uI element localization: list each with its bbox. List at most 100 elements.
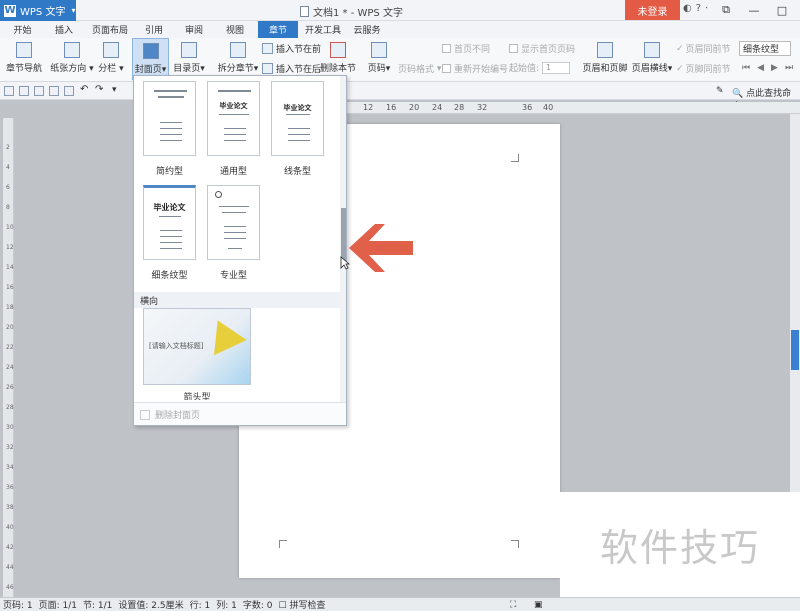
paper-orientation-label: 纸张方向 ▾: [50, 64, 94, 74]
ruler-mark: 10: [6, 224, 14, 231]
start-value-field: 起始值: 1: [509, 61, 571, 74]
tab-insert[interactable]: 插入: [44, 21, 84, 38]
dropdown-scrollbar[interactable]: [340, 76, 346, 402]
columns-button[interactable]: 分栏 ▾: [96, 38, 126, 80]
tab-page-layout[interactable]: 页面布局: [86, 21, 134, 38]
customize-icon[interactable]: ▾: [112, 85, 122, 95]
ruler-mark: 40: [6, 524, 14, 531]
chapter-nav-button[interactable]: 章节导航: [4, 38, 44, 80]
header-footer-button[interactable]: 页眉和页脚: [582, 38, 628, 80]
ruler-mark: 24: [6, 364, 14, 371]
thumb-title: 毕业论文: [153, 203, 186, 212]
tab-review[interactable]: 审阅: [176, 21, 212, 38]
columns-icon: [103, 42, 119, 58]
split-section-button[interactable]: 拆分章节▾: [216, 38, 260, 80]
check-icon: ✓: [676, 43, 684, 54]
ruler-number: 20: [409, 103, 420, 112]
export-pdf-icon[interactable]: [64, 86, 74, 96]
cover-template-arrow[interactable]: [请输入文档标题]: [143, 308, 251, 385]
delete-cover-button[interactable]: 删除封面页: [134, 402, 346, 425]
help-icon[interactable]: ?: [696, 3, 701, 14]
ruler-mark: 44: [6, 564, 14, 571]
same-as-prev-footer-checkbox[interactable]: ✓ 页脚同前节: [676, 62, 731, 76]
toc-page-button[interactable]: 目录页▾: [171, 38, 207, 80]
fullscreen-icon[interactable]: ⛶: [510, 600, 516, 610]
cover-page-button[interactable]: 封面页▾: [132, 38, 169, 80]
maximize-button[interactable]: □: [768, 0, 796, 20]
prev-section-icon[interactable]: ◀: [757, 63, 764, 73]
status-page-number: 页码: 1: [3, 601, 33, 611]
tab-chapter[interactable]: 章节: [258, 21, 298, 38]
undo-icon[interactable]: ↶: [80, 84, 90, 95]
page-number-format-button[interactable]: 页码格式 ▾: [398, 62, 441, 76]
save-icon[interactable]: [19, 86, 29, 96]
cover-template-general[interactable]: 毕业论文: [207, 81, 260, 156]
cover-template-line[interactable]: 毕业论文: [271, 81, 324, 156]
tab-view[interactable]: 视图: [217, 21, 253, 38]
insert-after-label: 插入节在后: [276, 65, 322, 75]
print-preview-icon[interactable]: [34, 86, 44, 96]
spell-check-toggle[interactable]: ☐ 拼写检查: [279, 598, 332, 611]
next-section-icon[interactable]: ▶: [771, 63, 778, 73]
ruler-mark: 8: [6, 204, 10, 211]
ruler-mark: 42: [6, 544, 14, 551]
ribbon: 章节导航 纸张方向 ▾ 分栏 ▾ 封面页▾ 目录页▾ 拆分章节▾ 插入节在前 插…: [0, 38, 800, 82]
restore-icon[interactable]: ⧉: [712, 0, 740, 20]
page-number-button[interactable]: 页码▾: [364, 38, 394, 80]
insert-section-before-button[interactable]: 插入节在前: [262, 42, 321, 55]
restart-numbering-checkbox[interactable]: 重新开始编号: [442, 62, 508, 75]
vertical-ruler[interactable]: 2 4 6 8 10 12 14 16 18 20 22 24 26 28 30…: [3, 118, 14, 598]
last-section-icon[interactable]: ⏭: [785, 63, 793, 73]
window-title-text: 文档1 * - WPS 文字: [313, 8, 403, 19]
minimize-button[interactable]: —: [740, 0, 768, 20]
ruler-mark: 12: [6, 244, 14, 251]
ruler-mark: 32: [6, 444, 14, 451]
tab-home[interactable]: 开始: [5, 21, 40, 38]
paper-orientation-button[interactable]: 纸张方向 ▾: [50, 38, 94, 80]
show-first-page-number-checkbox[interactable]: 显示首页页码: [509, 42, 575, 55]
page-view-icon[interactable]: ▣: [534, 600, 543, 610]
chapter-nav-label: 章节导航: [5, 64, 42, 74]
header-line-label: 页眉横线▾: [631, 64, 673, 74]
toc-page-icon: [181, 42, 197, 58]
cover-template-thin-stripe[interactable]: 毕业论文: [143, 185, 196, 260]
columns-label: 分栏 ▾: [98, 64, 124, 74]
same-as-prev-header-checkbox[interactable]: ✓ 页眉同前节: [676, 42, 731, 56]
delete-section-button[interactable]: 删除本节: [320, 38, 356, 80]
close-button[interactable]: ✕: [796, 0, 800, 20]
split-section-icon: [230, 42, 246, 58]
crop-mark: [279, 540, 287, 548]
more-icon[interactable]: ⋅: [705, 3, 708, 14]
redo-icon[interactable]: ↷: [95, 84, 105, 95]
first-page-different-checkbox[interactable]: 首页不同: [442, 42, 490, 55]
tab-developer[interactable]: 开发工具: [301, 21, 345, 38]
cover-page-dropdown: 简约型 毕业论文 通用型 毕业论文 线条型 毕业论文 细条纹型 专业型 横向 […: [133, 75, 347, 426]
template-label: 细条纹型: [151, 271, 188, 281]
split-section-label: 拆分章节▾: [217, 64, 259, 74]
login-button[interactable]: 未登录: [625, 0, 680, 20]
skin-icon[interactable]: ◐: [683, 3, 692, 14]
cover-template-professional[interactable]: [207, 185, 260, 260]
insert-section-after-button[interactable]: 插入节在后: [262, 62, 321, 75]
style-select[interactable]: 细条纹型: [739, 41, 791, 56]
header-line-button[interactable]: 页眉横线▾: [630, 38, 674, 80]
horizontal-ruler[interactable]: 12 16 20 24 28 32 36 40: [345, 102, 800, 114]
tab-cloud[interactable]: 云服务: [349, 21, 385, 38]
pen-icon[interactable]: ✎: [716, 86, 724, 96]
cover-template-simple[interactable]: [143, 81, 196, 156]
scrollbar-thumb[interactable]: [791, 330, 799, 370]
template-label: 箭头型: [183, 393, 211, 400]
tab-references[interactable]: 引用: [136, 21, 172, 38]
mouse-cursor-icon: [340, 256, 350, 270]
checkbox-icon: [509, 44, 518, 53]
arrow-graphic: [201, 312, 247, 356]
open-icon[interactable]: [4, 86, 14, 96]
app-menu-button[interactable]: W WPS 文字 ▾: [0, 0, 76, 21]
ruler-mark: 4: [6, 164, 10, 171]
template-label: 简约型: [155, 167, 183, 177]
status-word-count[interactable]: 字数: 0: [243, 598, 273, 611]
start-value-input[interactable]: 1: [542, 61, 571, 74]
print-icon[interactable]: [49, 86, 59, 96]
header-footer-label: 页眉和页脚: [582, 64, 628, 74]
first-section-icon[interactable]: ⏮: [742, 63, 750, 73]
